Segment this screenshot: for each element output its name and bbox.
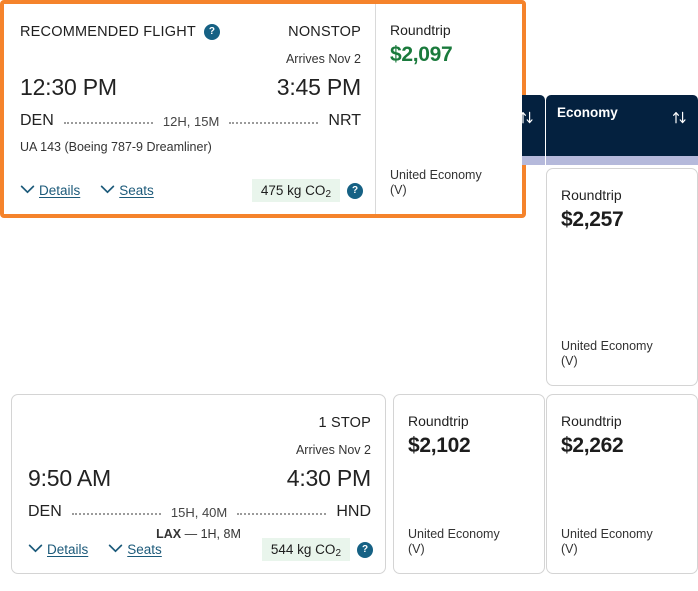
flight-card[interactable]: 1 STOP Arrives Nov 2 9:50 AM 4:30 PM DEN… (11, 394, 386, 574)
flight-card[interactable]: RECOMMENDED FLIGHT ? NONSTOP Arrives Nov… (4, 4, 376, 214)
fare-name: United Economy (V) (390, 168, 482, 198)
flight-duration: 12H, 15M (162, 113, 220, 129)
arrive-time: 3:45 PM (276, 74, 361, 100)
chevron-down-icon (100, 182, 115, 200)
seats-label: Seats (127, 542, 162, 557)
price-cell[interactable]: Roundtrip $2,262 United Economy (V) (546, 394, 698, 574)
details-toggle[interactable]: Details (20, 182, 80, 200)
trip-type-label: Roundtrip (390, 22, 451, 38)
details-label: Details (39, 183, 81, 198)
route-line-left (71, 512, 161, 515)
co2-subscript: 2 (325, 189, 331, 200)
fare-class-text: (V) (561, 542, 578, 556)
destination-airport-code: HND (336, 503, 372, 520)
recommended-flight-label: RECOMMENDED FLIGHT (20, 24, 196, 40)
co2-badge: 475 kg CO2 (251, 179, 340, 202)
fare-name-text: United Economy (390, 168, 482, 182)
fare-column-title: Economy (557, 105, 618, 120)
co2-emissions: 544 kg CO2 ? (261, 538, 373, 561)
aircraft-info: UA 143 (Boeing 787-9 Dreamliner) (20, 140, 212, 154)
trip-type-label: Roundtrip (561, 413, 622, 429)
arrive-time: 4:30 PM (286, 465, 371, 491)
arrives-label: Arrives Nov 2 (295, 443, 371, 457)
chevron-down-icon (28, 541, 43, 559)
recommended-flight-badge: RECOMMENDED FLIGHT ? (20, 24, 220, 40)
seats-toggle[interactable]: Seats (100, 182, 154, 200)
destination-airport-code: NRT (328, 112, 361, 129)
chevron-down-icon (108, 541, 123, 559)
co2-value: 475 kg CO (260, 183, 326, 198)
fare-class-text: (V) (561, 354, 578, 368)
help-icon[interactable]: ? (357, 541, 373, 558)
fare-name-text: United Economy (561, 339, 653, 353)
route-line-right (229, 121, 319, 124)
seats-toggle[interactable]: Seats (108, 541, 162, 559)
fare-column-accent-bar-2 (546, 156, 698, 165)
details-label: Details (47, 542, 89, 557)
flight-duration: 15H, 40M (170, 504, 228, 520)
trip-type-label: Roundtrip (408, 413, 469, 429)
fare-column-header-economy[interactable]: Economy (546, 95, 698, 156)
arrives-label: Arrives Nov 2 (285, 52, 361, 66)
co2-subscript: 2 (335, 548, 341, 559)
fare-name-text: United Economy (561, 527, 653, 541)
route-line-left (63, 121, 153, 124)
fare-name: United Economy (V) (561, 339, 653, 369)
depart-time: 12:30 PM (20, 74, 117, 100)
price-amount: $2,262 (561, 434, 624, 457)
fare-name-text: United Economy (408, 527, 500, 541)
price-cell[interactable]: Roundtrip $2,097 United Economy (V) (376, 4, 522, 214)
fare-name: United Economy (V) (561, 527, 653, 557)
stops-label: 1 STOP (318, 415, 371, 431)
origin-airport-code: DEN (28, 503, 62, 520)
sort-updown-icon[interactable] (671, 109, 688, 131)
route-line-right (237, 512, 327, 515)
co2-badge: 544 kg CO2 (261, 538, 350, 561)
price-amount: $2,097 (390, 43, 453, 66)
stops-label: NONSTOP (288, 24, 361, 40)
fare-name: United Economy (V) (408, 527, 500, 557)
price-cell[interactable]: Roundtrip $2,257 United Economy (V) (546, 168, 698, 386)
fare-class-text: (V) (390, 183, 407, 197)
help-icon[interactable]: ? (347, 182, 363, 199)
fare-class-text: (V) (408, 542, 425, 556)
seats-label: Seats (119, 183, 154, 198)
origin-airport-code: DEN (20, 112, 54, 129)
price-cell[interactable]: Roundtrip $2,102 United Economy (V) (393, 394, 545, 574)
co2-emissions: 475 kg CO2 ? (251, 179, 363, 202)
details-toggle[interactable]: Details (28, 541, 88, 559)
trip-type-label: Roundtrip (561, 187, 622, 203)
price-amount: $2,257 (561, 208, 624, 231)
chevron-down-icon (20, 182, 35, 200)
co2-value: 544 kg CO (270, 542, 336, 557)
recommended-flight-row: RECOMMENDED FLIGHT ? NONSTOP Arrives Nov… (0, 0, 526, 218)
depart-time: 9:50 AM (28, 465, 111, 491)
help-icon[interactable]: ? (204, 24, 220, 40)
price-amount: $2,102 (408, 434, 471, 457)
